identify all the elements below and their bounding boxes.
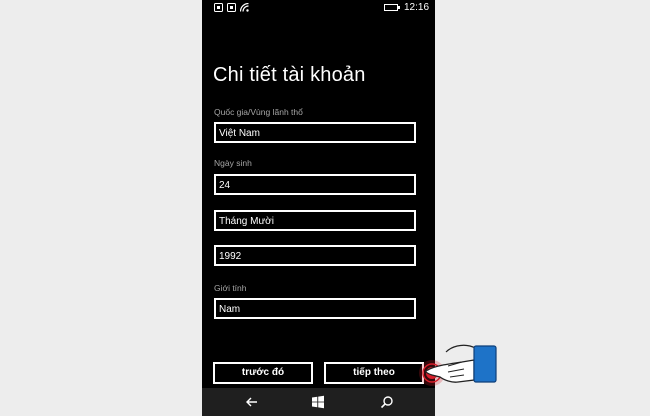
search-icon[interactable] xyxy=(380,395,394,409)
navigation-bar xyxy=(202,388,435,416)
birth-year-field[interactable]: 1992 xyxy=(214,245,416,266)
gender-label: Giới tính xyxy=(214,283,247,293)
birth-month-field[interactable]: Tháng Mười xyxy=(214,210,416,231)
battery-icon xyxy=(384,4,400,11)
status-time: 12:16 xyxy=(404,2,430,13)
tap-hand-pointer-icon xyxy=(419,344,497,386)
gender-field[interactable]: Nam xyxy=(214,298,416,319)
back-arrow-icon[interactable] xyxy=(245,395,259,409)
sim2-signal-icon xyxy=(227,3,236,12)
windows-start-icon[interactable] xyxy=(311,395,325,409)
phone-screen: 12:16 Chi tiết tài khoản Quốc gia/Vùng l… xyxy=(202,0,435,416)
wifi-icon xyxy=(240,3,249,12)
country-field[interactable]: Việt Nam xyxy=(214,122,416,143)
birth-day-field[interactable]: 24 xyxy=(214,174,416,195)
birthday-label: Ngày sinh xyxy=(214,158,252,168)
next-button[interactable]: tiếp theo xyxy=(324,362,424,384)
page-title: Chi tiết tài khoản xyxy=(213,64,366,86)
sim1-signal-icon xyxy=(214,3,223,12)
country-label: Quốc gia/Vùng lãnh thổ xyxy=(214,107,303,117)
back-button[interactable]: trước đó xyxy=(213,362,313,384)
status-bar: 12:16 xyxy=(202,0,435,16)
